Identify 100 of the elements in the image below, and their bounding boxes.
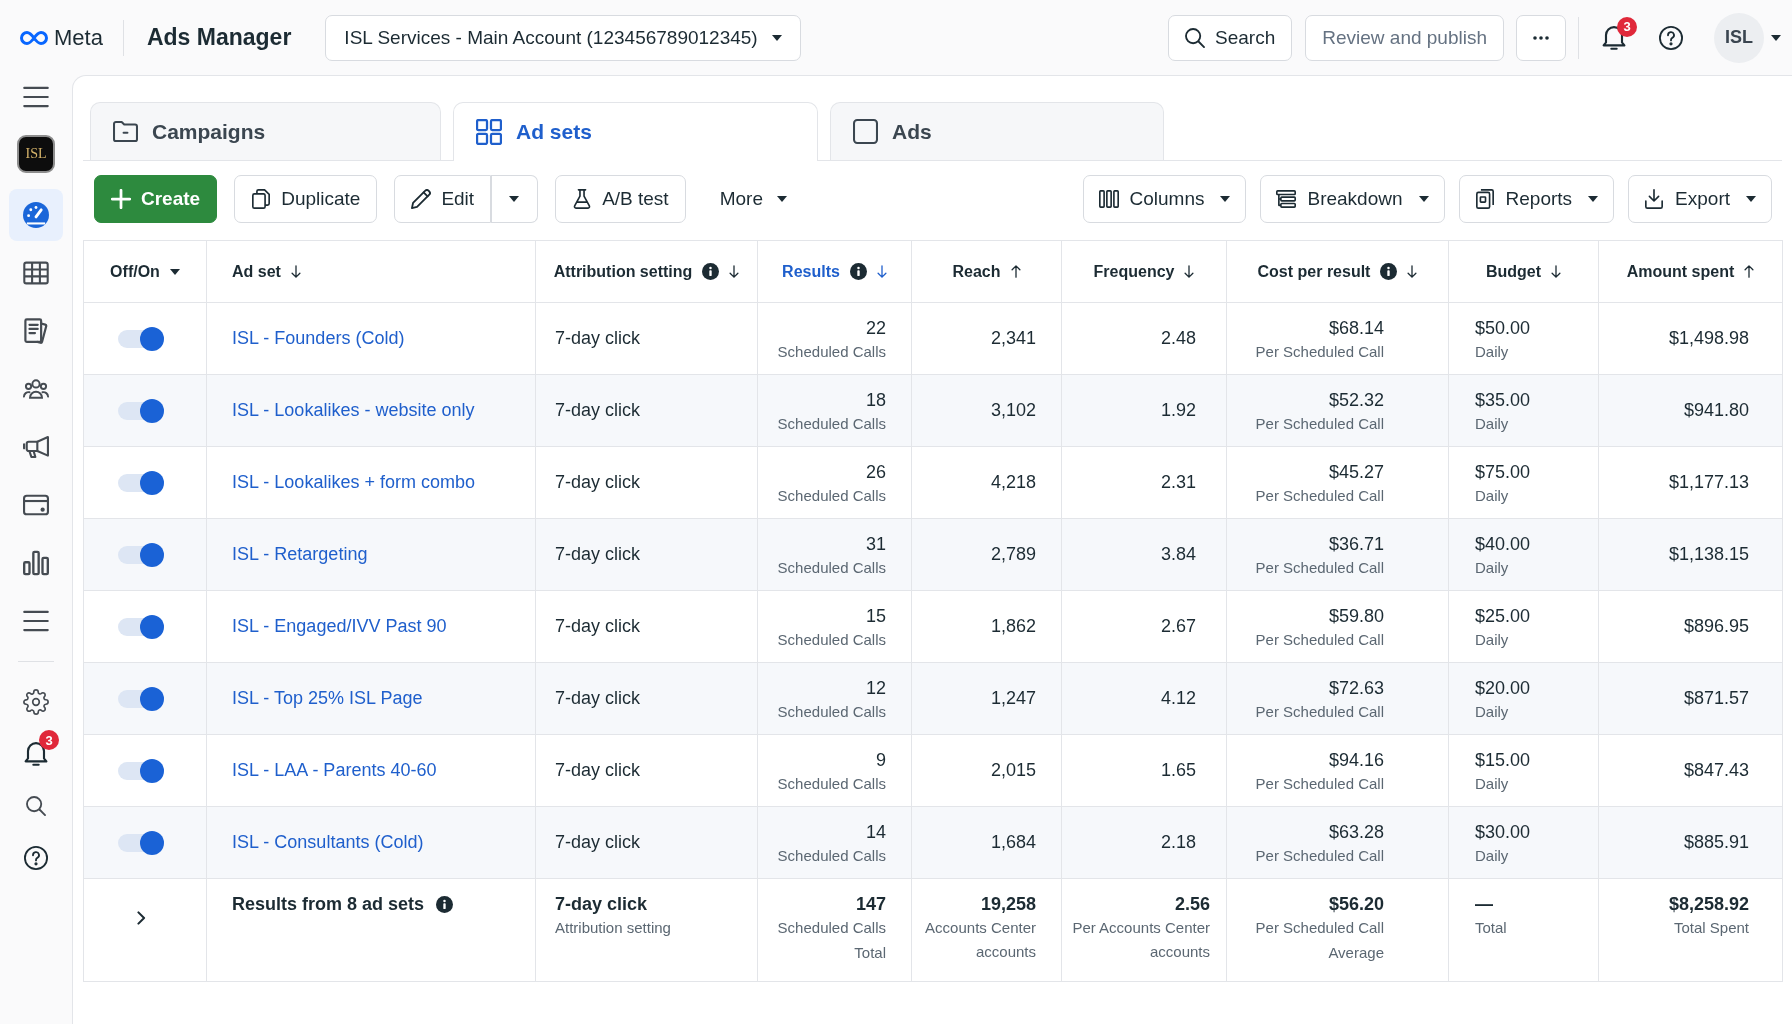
column-header[interactable]: Results: [757, 240, 912, 303]
frequency-value: 3.84: [1160, 544, 1196, 565]
budget-value: $40.00: [1475, 533, 1531, 555]
budget-label: Daily: [1475, 702, 1509, 720]
column-header[interactable]: Amount spent: [1598, 240, 1783, 303]
caret-icon: [1588, 196, 1599, 202]
ad-set-link[interactable]: ISL - LAA - Parents 40-60: [232, 760, 437, 780]
results-value: 31: [865, 533, 886, 555]
breakdown-button[interactable]: Breakdown: [1260, 175, 1445, 223]
amount-spent-value: $1,177.13: [1668, 472, 1749, 493]
attribution-text: 7-day click: [555, 328, 641, 349]
ad-set-link[interactable]: ISL - Founders (Cold): [232, 328, 405, 348]
duplicate-button[interactable]: Duplicate: [234, 175, 378, 223]
account-logo[interactable]: ISL: [17, 135, 55, 173]
toggle-switch[interactable]: [118, 397, 164, 424]
caret-icon: [1771, 34, 1781, 41]
dropdown-toggle-button[interactable]: [491, 175, 539, 223]
column-header[interactable]: Cost per result: [1226, 240, 1449, 303]
arrow-down-icon: [1551, 265, 1562, 279]
square-icon: [853, 119, 878, 144]
copy-icon: [251, 189, 272, 209]
results-value: 15: [865, 605, 886, 627]
cost-label: Per Scheduled Call: [1255, 918, 1384, 938]
column-header[interactable]: Reach: [911, 240, 1062, 303]
edit-button[interactable]: Edit: [394, 175, 492, 223]
arrow-up-icon: [1744, 265, 1755, 279]
tab[interactable]: Ads: [830, 102, 1164, 160]
infinity-icon: [20, 30, 48, 45]
results-value: 22: [865, 317, 886, 339]
budget-total: —: [1475, 894, 1493, 915]
export-button[interactable]: Export: [1628, 175, 1772, 223]
attribution-text: 7-day click: [555, 832, 641, 853]
create-button[interactable]: Create: [94, 175, 218, 223]
nav-item[interactable]: [9, 189, 63, 241]
tab[interactable]: Ad sets: [453, 102, 818, 161]
search-icon[interactable]: [26, 796, 46, 816]
bell-icon[interactable]: [24, 742, 48, 766]
budget-value: $30.00: [1475, 821, 1531, 843]
info-icon[interactable]: [702, 263, 720, 281]
cost-label: Per Scheduled Call: [1255, 846, 1384, 864]
ad-set-link[interactable]: ISL - Retargeting: [232, 544, 368, 564]
results-label: Scheduled Calls: [777, 414, 886, 432]
info-icon[interactable]: [1380, 263, 1398, 281]
arrow-down-icon: [729, 265, 740, 279]
notification-badge: 3: [39, 730, 59, 750]
ad-set-link[interactable]: ISL - Engaged/IVV Past 90: [232, 616, 447, 636]
ad-set-link[interactable]: ISL - Consultants (Cold): [232, 832, 424, 852]
more-menu-button[interactable]: More: [702, 175, 804, 223]
toggle-switch[interactable]: [118, 613, 164, 640]
results-value: 14: [865, 821, 886, 843]
toggle-switch[interactable]: [118, 469, 164, 496]
toggle-switch[interactable]: [118, 325, 164, 352]
toggle-switch[interactable]: [118, 685, 164, 712]
caret-icon: [169, 268, 180, 275]
column-header[interactable]: Frequency: [1061, 240, 1227, 303]
settings-icon[interactable]: [23, 689, 49, 715]
cost-average: $56.20: [1328, 894, 1384, 915]
attribution-text: 7-day click: [555, 760, 641, 781]
search-button[interactable]: Search: [1168, 14, 1293, 61]
caret-icon: [1220, 196, 1231, 202]
results-value: 12: [865, 677, 886, 699]
info-icon[interactable]: [849, 263, 867, 281]
tab[interactable]: Campaigns: [90, 102, 441, 160]
cost-label: Per Scheduled Call: [1255, 774, 1384, 792]
toggle-switch[interactable]: [118, 541, 164, 568]
reports-button[interactable]: Reports: [1458, 175, 1615, 223]
pencil-icon: [411, 189, 432, 209]
budget-value: $75.00: [1475, 461, 1531, 483]
column-header[interactable]: Attribution setting: [535, 240, 758, 303]
toggle-switch[interactable]: [118, 829, 164, 856]
menu-icon[interactable]: [23, 84, 49, 110]
ad-set-link[interactable]: ISL - Top 25% ISL Page: [232, 688, 423, 708]
column-header[interactable]: Budget: [1448, 240, 1599, 303]
results-value: 9: [876, 749, 886, 771]
bell-icon[interactable]: [1602, 25, 1626, 50]
column-header[interactable]: Off/On: [83, 240, 207, 303]
attribution-text: 7-day click: [555, 400, 641, 421]
ab-test-button[interactable]: A/B test: [555, 175, 686, 223]
help-icon[interactable]: [1659, 25, 1683, 50]
notification-badge: 3: [1617, 16, 1637, 37]
avatar[interactable]: ISL: [1714, 12, 1764, 63]
cost-value: $72.63: [1328, 677, 1384, 699]
info-icon[interactable]: [436, 896, 454, 913]
reach-value: 2,789: [990, 544, 1036, 565]
chevron-right-icon[interactable]: [136, 910, 146, 925]
megaphone-icon: [23, 434, 49, 460]
toggle-switch[interactable]: [118, 757, 164, 784]
amount-spent-value: $871.57: [1683, 688, 1749, 709]
plus-icon: [111, 189, 131, 209]
results-label: Scheduled Calls: [777, 918, 886, 938]
amount-spent-value: $1,498.98: [1668, 328, 1749, 349]
flask-icon: [572, 189, 593, 209]
account-dropdown[interactable]: ISL Services - Main Account (123456789012345): [325, 14, 802, 61]
reach-value: 1,247: [990, 688, 1036, 709]
help-icon[interactable]: [24, 846, 48, 870]
column-header[interactable]: Ad set: [206, 240, 536, 303]
columns-button[interactable]: Columns: [1082, 175, 1247, 223]
budget-value: $15.00: [1475, 749, 1531, 771]
caret-icon: [772, 34, 783, 41]
summary-title: Results from 8 ad sets: [232, 894, 425, 915]
